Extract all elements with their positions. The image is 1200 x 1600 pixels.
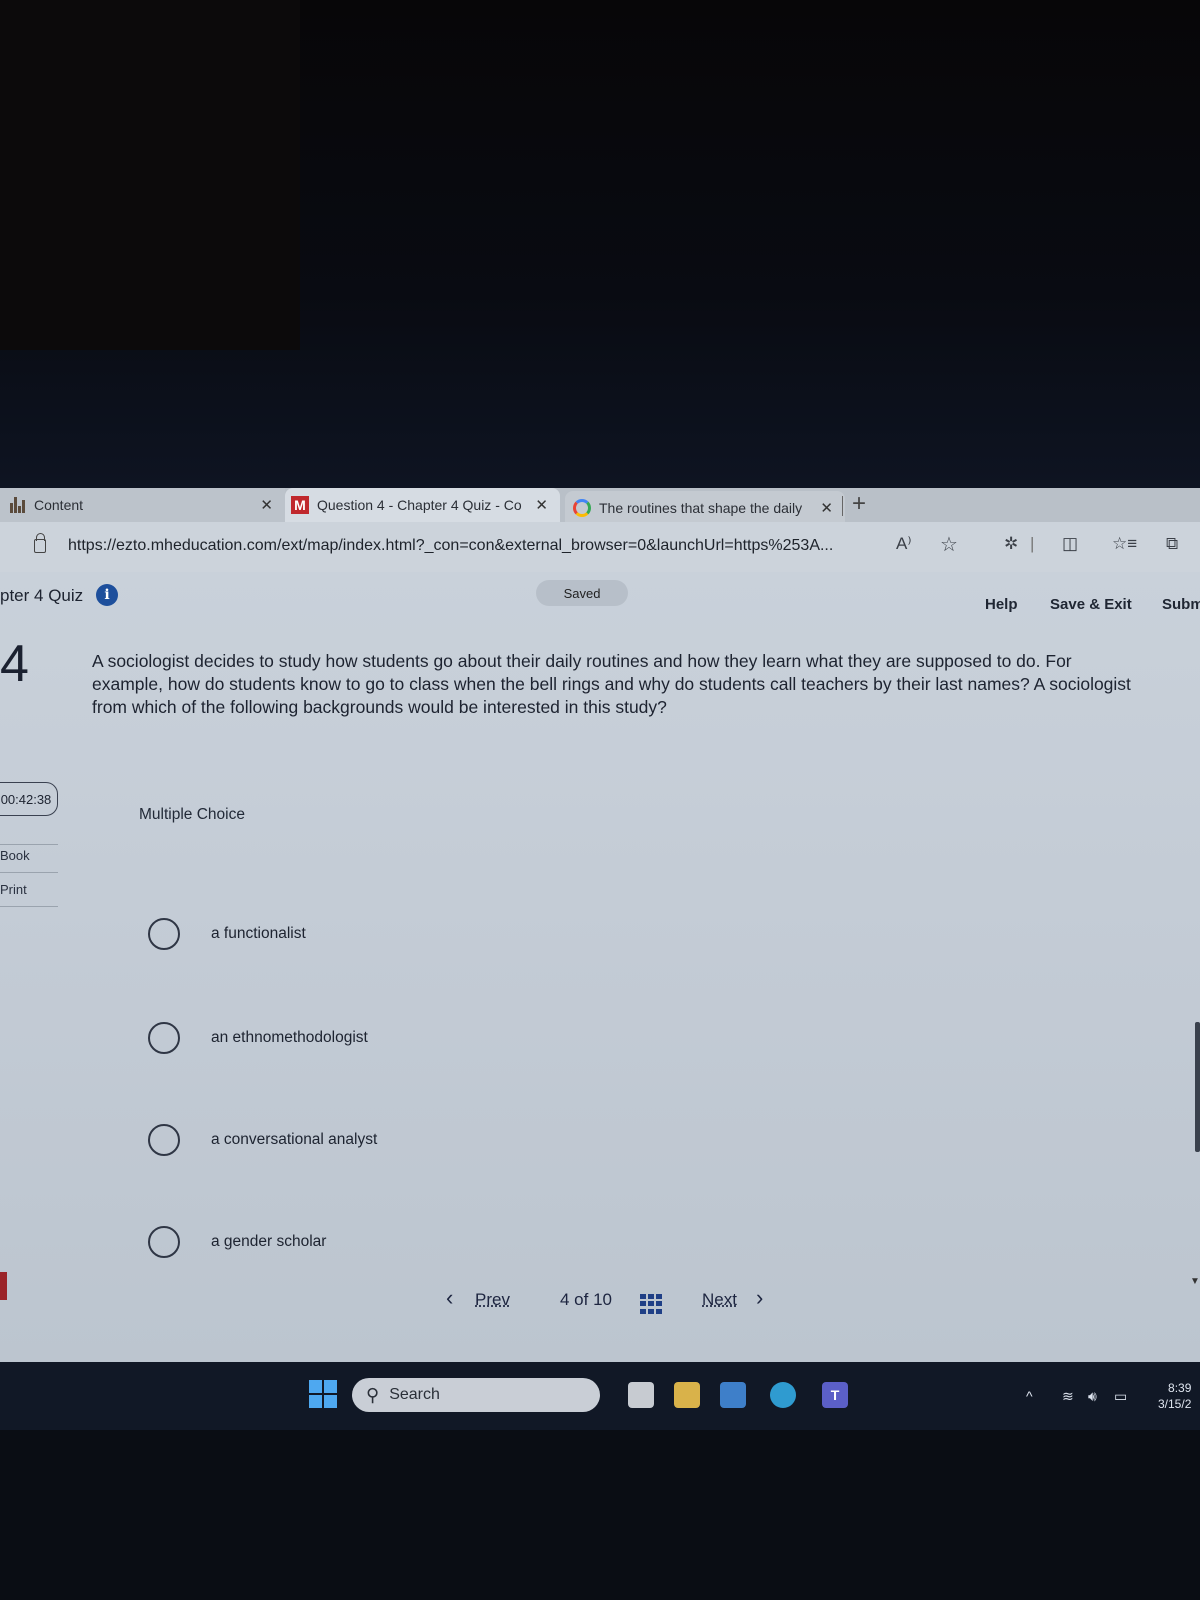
close-tab-icon[interactable]: ✕ xyxy=(535,496,548,514)
favorite-star-icon[interactable]: ☆ xyxy=(940,532,958,557)
close-tab-icon[interactable]: ✕ xyxy=(260,496,273,514)
course-bars-icon xyxy=(10,497,26,513)
chevron-up-icon[interactable]: ^ xyxy=(1026,1388,1033,1404)
edge-icon[interactable] xyxy=(770,1382,796,1408)
extensions-icon[interactable]: ✲ xyxy=(1004,534,1018,554)
prev-button[interactable]: Prev xyxy=(475,1290,510,1310)
page-scrollbar[interactable] xyxy=(1195,1022,1200,1152)
lock-icon[interactable] xyxy=(34,533,46,553)
question-position: 4 of 10 xyxy=(560,1290,612,1309)
collections-icon[interactable]: ⧉ xyxy=(1166,534,1178,554)
mcgraw-hill-m-icon: M xyxy=(291,496,309,514)
ebook-link[interactable]: Book xyxy=(0,848,30,863)
read-aloud-icon[interactable]: A⁾ xyxy=(896,534,912,554)
radio-button[interactable] xyxy=(148,1022,180,1054)
new-tab-button[interactable]: + xyxy=(852,490,866,518)
question-type-label: Multiple Choice xyxy=(139,806,245,823)
wifi-icon[interactable]: ≋ xyxy=(1062,1388,1074,1405)
sidebar-divider xyxy=(0,844,58,845)
sidebar-divider xyxy=(0,872,58,873)
option-label[interactable]: a gender scholar xyxy=(211,1233,326,1251)
split-screen-icon[interactable]: ◫ xyxy=(1062,534,1078,554)
scroll-down-arrow-icon[interactable]: ▼ xyxy=(1190,1276,1200,1287)
quiz-title: pter 4 Quiz xyxy=(0,586,84,605)
system-clock[interactable]: 8:39 3/15/2 xyxy=(1158,1380,1191,1412)
next-button[interactable]: Next xyxy=(702,1290,737,1310)
address-bar: https://ezto.mheducation.com/ext/map/ind… xyxy=(0,522,1200,572)
side-tab-edge xyxy=(0,1272,7,1300)
timer[interactable]: 00:42:38 xyxy=(0,782,58,816)
tab-label: The routines that shape the daily xyxy=(599,500,803,516)
tab-separator xyxy=(842,496,843,516)
question-grid-icon[interactable] xyxy=(640,1294,662,1314)
search-icon: ⚲ xyxy=(366,1384,380,1405)
file-explorer-icon[interactable] xyxy=(628,1382,654,1408)
google-g-icon xyxy=(573,499,591,517)
background-panel xyxy=(0,0,300,350)
volume-icon[interactable]: 🔊︎ xyxy=(1088,1388,1097,1405)
clock-date: 3/15/2 xyxy=(1158,1397,1192,1411)
folder-icon[interactable] xyxy=(674,1382,700,1408)
background-dark-area xyxy=(0,0,1200,490)
favorites-list-icon[interactable]: ☆≡ xyxy=(1112,534,1137,554)
option-label[interactable]: a conversational analyst xyxy=(211,1131,377,1149)
saved-status-badge: Saved xyxy=(536,580,628,606)
taskbar-search[interactable]: ⚲ Search xyxy=(352,1378,600,1412)
radio-button[interactable] xyxy=(148,1226,180,1258)
tab-label: Question 4 - Chapter 4 Quiz - Co xyxy=(317,497,522,513)
answer-option[interactable]: a gender scholar xyxy=(148,1226,326,1258)
option-label[interactable]: an ethnomethodologist xyxy=(211,1029,368,1047)
clock-time: 8:39 xyxy=(1168,1381,1192,1395)
monitor-bezel xyxy=(0,1430,1200,1600)
mail-icon[interactable] xyxy=(720,1382,746,1408)
next-chevron-icon[interactable]: › xyxy=(756,1285,763,1311)
tab-content[interactable]: Content ✕ xyxy=(0,488,285,522)
option-label[interactable]: a functionalist xyxy=(211,925,306,943)
print-link[interactable]: Print xyxy=(0,882,27,897)
windows-start-icon[interactable] xyxy=(309,1380,337,1408)
windows-taskbar: ⚲ Search T ^ ≋ 🔊︎ ▭ 8:39 3/15/2 xyxy=(0,1362,1200,1430)
answer-option[interactable]: a conversational analyst xyxy=(148,1124,377,1156)
radio-button[interactable] xyxy=(148,918,180,950)
close-tab-icon[interactable]: ✕ xyxy=(820,499,833,517)
quiz-page: pter 4 Quiz i Saved Help Save & Exit Sub… xyxy=(0,572,1200,1362)
info-icon[interactable]: i xyxy=(96,584,118,606)
search-label: Search xyxy=(389,1386,440,1403)
prev-chevron-icon[interactable]: ‹ xyxy=(446,1285,453,1311)
url-field[interactable]: https://ezto.mheducation.com/ext/map/ind… xyxy=(68,537,833,555)
battery-icon[interactable]: ▭ xyxy=(1114,1388,1127,1405)
radio-button[interactable] xyxy=(148,1124,180,1156)
tab-label: Content xyxy=(34,497,84,513)
submit-button[interactable]: Subm xyxy=(1162,596,1200,613)
tab-google-search[interactable]: The routines that shape the daily ✕ xyxy=(565,491,845,525)
sidebar-divider xyxy=(0,906,58,907)
question-number: 4 xyxy=(0,635,29,693)
answer-option[interactable]: a functionalist xyxy=(148,918,306,950)
teams-icon[interactable]: T xyxy=(822,1382,848,1408)
tab-question-4[interactable]: M Question 4 - Chapter 4 Quiz - Co ✕ xyxy=(285,488,560,522)
question-text: A sociologist decides to study how stude… xyxy=(92,651,1131,717)
help-link[interactable]: Help xyxy=(985,596,1018,613)
save-exit-button[interactable]: Save & Exit xyxy=(1050,596,1132,613)
browser-tab-strip: Content ✕ M Question 4 - Chapter 4 Quiz … xyxy=(0,488,1200,525)
answer-option[interactable]: an ethnomethodologist xyxy=(148,1022,368,1054)
toolbar-divider: | xyxy=(1030,534,1035,553)
